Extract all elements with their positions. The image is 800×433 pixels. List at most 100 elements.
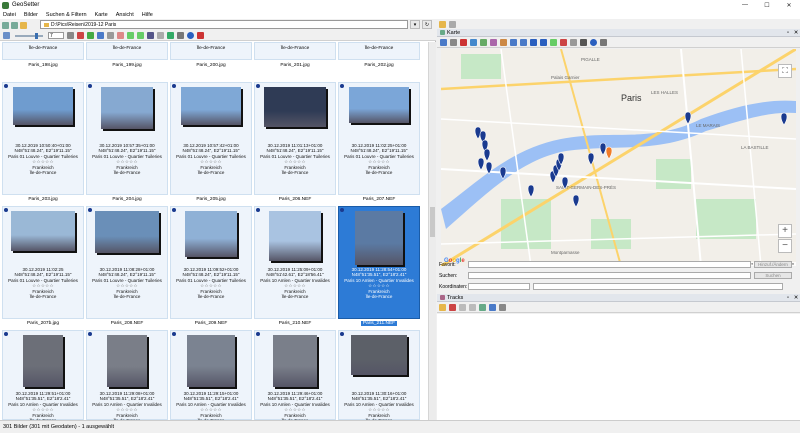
search-input[interactable]: [468, 272, 751, 279]
photo-thumbnail[interactable]: [349, 87, 409, 123]
thumbnail-cell[interactable]: 30.12.2019 11:29:15+01:00 N48°51'35.51", …: [170, 330, 252, 420]
photo-thumbnail[interactable]: [95, 211, 159, 253]
coords-detail-input[interactable]: [533, 283, 783, 290]
tag-icon[interactable]: [107, 32, 114, 39]
photo-thumbnail[interactable]: [351, 335, 407, 375]
menu-suchen-filtern[interactable]: Suchen & Filtern: [46, 12, 87, 18]
delete-icon[interactable]: [77, 32, 84, 39]
menu-bilder[interactable]: Bilder: [24, 12, 38, 18]
zoom-in-button[interactable]: +: [778, 224, 792, 238]
maximize-button[interactable]: ☐: [756, 0, 778, 10]
info-icon[interactable]: [157, 32, 164, 39]
file-name[interactable]: Paris_199.jpg: [86, 62, 168, 69]
file-name[interactable]: Paris_201.jpg: [254, 62, 336, 69]
file-name[interactable]: Paris_209.NEF: [170, 320, 252, 327]
thumbnail-cell[interactable]: 30.12.2019 11:02:25+01:00 N48°51'48.24", …: [338, 82, 420, 195]
tracks-restore-button[interactable]: ▫: [784, 295, 792, 301]
file-name[interactable]: Paris_202.jpg: [338, 62, 420, 69]
filter-icon[interactable]: [97, 32, 104, 39]
panel-restore-button[interactable]: ▫: [784, 30, 792, 36]
map-type-icon[interactable]: [440, 39, 447, 46]
photo-thumbnail[interactable]: [264, 87, 326, 127]
refresh-button[interactable]: ↻: [422, 20, 432, 29]
map-canvas[interactable]: Paris PIGALLE LE MARAIS SAINT-GERMAIN-DE…: [441, 49, 796, 266]
map-view[interactable]: Paris PIGALLE LE MARAIS SAINT-GERMAIN-DE…: [441, 49, 796, 266]
measure-icon[interactable]: [570, 39, 577, 46]
track-search-icon[interactable]: [469, 304, 476, 311]
folder-open-icon[interactable]: [439, 20, 446, 28]
area-icon[interactable]: [490, 39, 497, 46]
sort-icon[interactable]: [67, 32, 74, 39]
layout-icon[interactable]: [449, 20, 456, 28]
back-icon[interactable]: [2, 21, 9, 29]
photo-thumbnail[interactable]: [11, 211, 75, 251]
photo-thumbnail[interactable]: [13, 87, 73, 125]
path-input[interactable]: D:\Pics\Reisen\2019-12 Paris: [40, 20, 408, 29]
track-map-icon[interactable]: [489, 304, 496, 311]
thumbnail-cell[interactable]: 30.12.2019 11:28:54+01:00 N48°51'35.51", …: [338, 206, 420, 319]
photo-thumbnail[interactable]: [187, 335, 235, 387]
file-name[interactable]: Paris_207.NEF: [338, 196, 420, 203]
photo-thumbnail[interactable]: [101, 87, 153, 129]
remove-track-icon[interactable]: [449, 304, 456, 311]
favorit-select[interactable]: [468, 261, 751, 268]
zoom-slider[interactable]: [15, 32, 43, 39]
grid-scrollbar[interactable]: [428, 42, 436, 420]
minimize-button[interactable]: —: [734, 0, 756, 10]
thumbnail-cell[interactable]: 30.12.2019 11:08:28+01:00 N48°51'48.24", …: [86, 206, 168, 319]
photo-thumbnail[interactable]: [355, 211, 403, 265]
right-arrow-icon[interactable]: [520, 39, 527, 46]
grid-cell[interactable]: Île-de-France: [338, 42, 420, 60]
center-icon[interactable]: [500, 39, 507, 46]
pin-red-icon[interactable]: [460, 39, 467, 46]
left-arrow-icon[interactable]: [510, 39, 517, 46]
scrollbar-thumb[interactable]: [430, 207, 435, 237]
ruler-icon[interactable]: [580, 39, 587, 46]
file-name[interactable]: Paris_207b.jpg: [2, 320, 84, 327]
marker-icon[interactable]: [117, 32, 124, 39]
add-change-button[interactable]: Hinzuf./Ändern: [754, 261, 792, 268]
rotate-left-icon[interactable]: [127, 32, 134, 39]
grid-cell[interactable]: Île-de-France: [86, 42, 168, 60]
thumbnail-cell[interactable]: 30.12.2019 11:25:09+01:00 N48°51'42.61", …: [254, 206, 336, 319]
thumbnail-cell[interactable]: 30.12.2019 11:02:25 N48°51'48.24", E2°19'…: [2, 206, 84, 319]
menu-datei[interactable]: Datei: [3, 12, 16, 18]
thumbnail-cell[interactable]: 30.12.2019 11:09:52+01:00 N48°51'48.24", …: [170, 206, 252, 319]
thumbnail-cell[interactable]: 30.12.2019 10:50:40+01:00 N48°51'48.24", …: [2, 82, 84, 195]
nav-forward-icon[interactable]: [540, 39, 547, 46]
globe-icon[interactable]: [187, 32, 194, 39]
save-icon[interactable]: [87, 32, 94, 39]
tracks-list[interactable]: [437, 314, 800, 420]
tracks-close-button[interactable]: ✕: [792, 295, 800, 301]
track-settings-icon[interactable]: [499, 304, 506, 311]
photo-thumbnail[interactable]: [107, 335, 147, 387]
path-dropdown-button[interactable]: ▾: [410, 20, 420, 29]
folder-icon[interactable]: [20, 21, 27, 29]
photo-thumbnail[interactable]: [181, 87, 241, 125]
thumbnail-cell[interactable]: 30.12.2019 11:01:13+01:00 N48°51'48.24", …: [254, 82, 336, 195]
view-icon[interactable]: [3, 32, 10, 39]
pin-blue-icon[interactable]: [470, 39, 477, 46]
track-icon[interactable]: [480, 39, 487, 46]
file-name[interactable]: Paris_211.NEF: [338, 320, 420, 327]
photo-thumbnail[interactable]: [269, 211, 321, 261]
thumbnail-cell[interactable]: 30.12.2019 10:57:42+01:00 N48°51'48.24", …: [170, 82, 252, 195]
fullscreen-button[interactable]: ⛶: [778, 64, 792, 78]
help-icon[interactable]: [197, 32, 204, 39]
edit-icon[interactable]: [147, 32, 154, 39]
map-globe-icon[interactable]: [590, 39, 597, 46]
close-button[interactable]: ✕: [778, 0, 800, 10]
thumbnail-cell[interactable]: 30.12.2019 11:29:51+01:00 N48°51'35.51", …: [2, 330, 84, 420]
file-name[interactable]: Paris_206.NEF: [254, 196, 336, 203]
thumbnail-cell[interactable]: 30.12.2019 11:29:08+01:00 N48°51'35.51", …: [86, 330, 168, 420]
zoom-field[interactable]: 7: [48, 32, 64, 39]
thumbnail-cell[interactable]: 30.12.2019 11:29:46+01:00 N48°51'35.51", …: [254, 330, 336, 420]
search-button[interactable]: Suchen: [754, 272, 792, 279]
rotate-right-icon[interactable]: [137, 32, 144, 39]
forward-icon[interactable]: [11, 21, 18, 29]
open-track-icon[interactable]: [439, 304, 446, 311]
nav-back-icon[interactable]: [530, 39, 537, 46]
map-settings-icon[interactable]: [600, 39, 607, 46]
track-info-icon[interactable]: [459, 304, 466, 311]
photo-thumbnail[interactable]: [185, 211, 237, 257]
